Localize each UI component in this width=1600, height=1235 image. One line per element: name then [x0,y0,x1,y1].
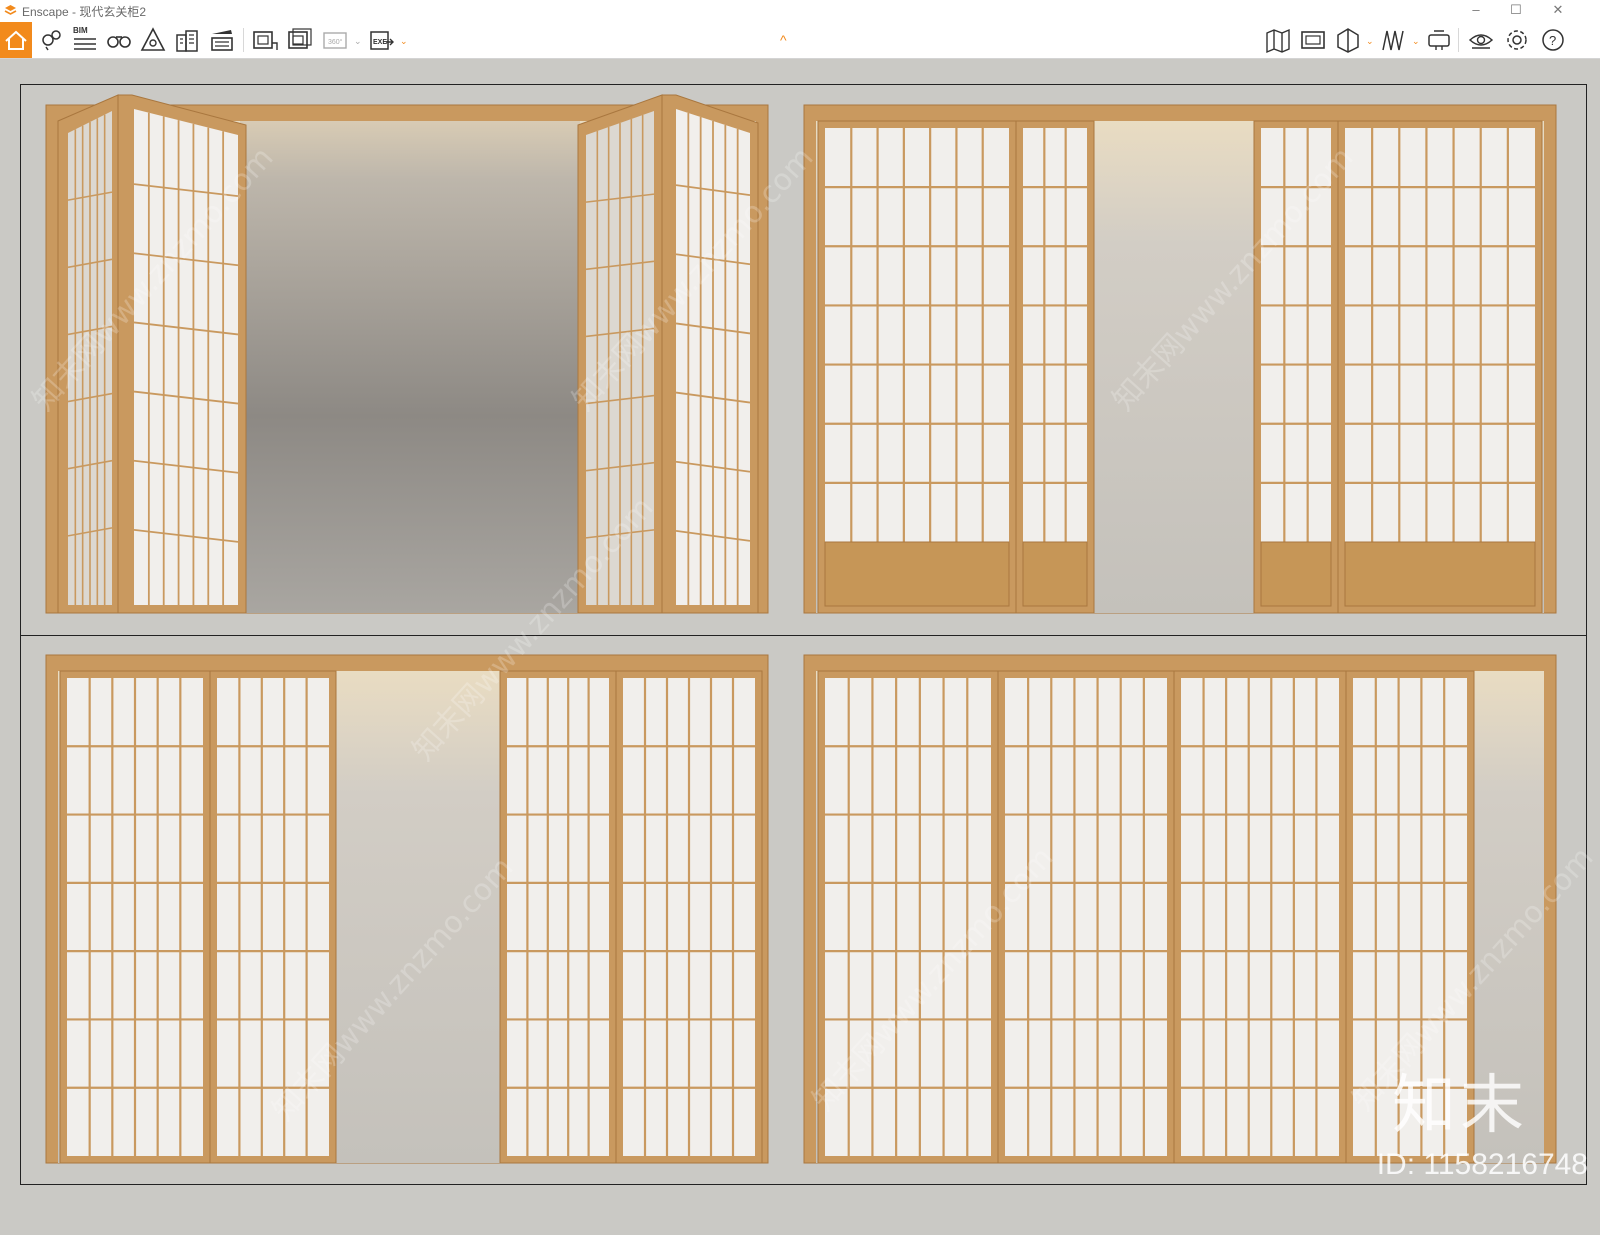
home-button[interactable] [0,22,32,58]
section-dropdown-icon[interactable]: ⌄ [1366,36,1374,47]
asset-library-button[interactable] [138,25,168,55]
vr-headset-icon [1428,30,1450,50]
help-button[interactable]: ? [1538,25,1568,55]
watermark-logo: 知末 [1392,1069,1528,1143]
book-icon [1382,30,1404,51]
map-button[interactable] [1263,25,1293,55]
screenshot-button[interactable] [250,25,280,55]
toolbar-separator [1458,28,1459,52]
location-button[interactable] [36,25,66,55]
visibility-icon [1468,34,1494,49]
vr-button[interactable] [1424,25,1454,55]
site-context-button[interactable] [172,25,202,55]
section-icon [1337,28,1359,53]
collapse-toolbar-button[interactable]: ^ [780,32,787,48]
batch-render-button[interactable] [285,25,315,55]
map-icon [1266,28,1290,54]
title-bar: Enscape - 现代玄关柜2 – ☐ ✕ [0,0,1600,23]
enscape-logo-icon [4,5,17,15]
book-dropdown-icon[interactable]: ⌄ [1412,36,1420,47]
section-button[interactable] [1333,25,1363,55]
panorama-button[interactable]: 360° [320,25,350,55]
binoculars-icon [107,36,131,48]
screenshot-icon [253,31,278,50]
clapper-icon [211,30,233,51]
render-view-icon [1301,31,1325,49]
views-button[interactable] [104,25,134,55]
settings-gear-icon [1507,30,1527,50]
video-editor-button[interactable] [207,25,237,55]
bim-label: BIM [73,26,88,35]
svg-text:360°: 360° [328,38,343,46]
enscape-toolbar: BIM 360° ⌄ EXE ⌄ ^ ⌄ ⌄ ? [0,22,1600,59]
asset-library-icon [140,27,166,51]
panorama-dropdown-icon[interactable]: ⌄ [354,36,362,47]
render-view-button[interactable] [1298,25,1328,55]
batch-render-icon [288,28,312,49]
home-icon [5,30,27,50]
book-button[interactable] [1378,25,1408,55]
visibility-button[interactable] [1466,25,1496,55]
help-icon: ? [1542,29,1564,51]
render-frame-top [20,84,1587,636]
maximize-button[interactable]: ☐ [1496,0,1536,22]
buildings-icon [176,30,198,52]
render-frame-bottom [20,635,1587,1185]
bim-button[interactable]: BIM [70,25,100,55]
render-viewport[interactable]: 知末网www.znzmo.com 知末网www.znzmo.com 知末网www… [0,59,1600,1230]
toolbar-separator [243,28,244,52]
watermark-id: ID: 1158216748 [1376,1148,1588,1181]
export-dropdown-icon[interactable]: ⌄ [400,36,408,47]
export-exe-button[interactable]: EXE [366,25,396,55]
minimize-button[interactable]: – [1456,0,1496,22]
panorama-360-icon: 360° [323,32,347,49]
svg-text:EXE: EXE [373,39,387,46]
export-exe-icon: EXE [370,31,394,50]
settings-button[interactable] [1502,25,1532,55]
window-title: Enscape - 现代玄关柜2 [22,5,147,19]
location-pin-icon [42,30,61,51]
svg-text:?: ? [1549,33,1556,48]
close-button[interactable]: ✕ [1538,0,1578,22]
